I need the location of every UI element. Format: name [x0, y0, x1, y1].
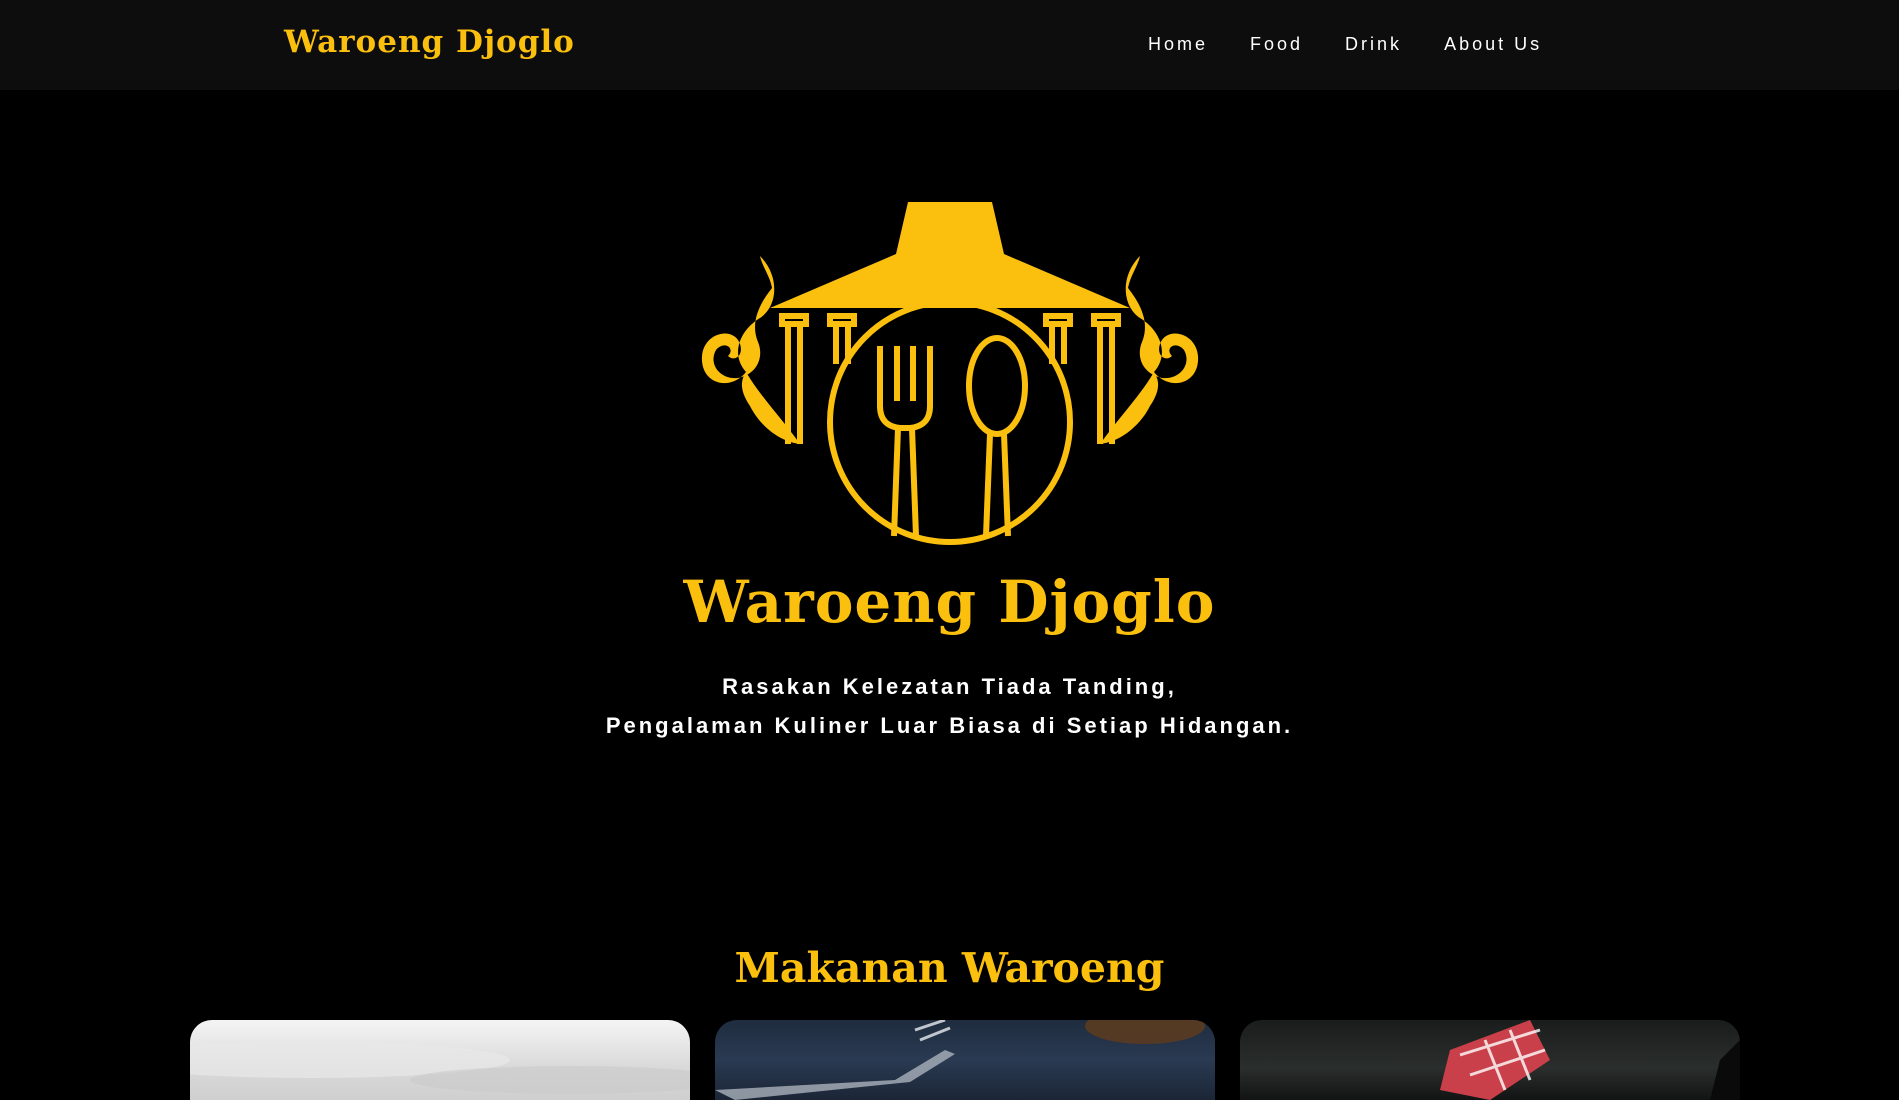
nav-drink[interactable]: Drink: [1345, 34, 1402, 55]
hero-title: Waroeng Djoglo: [683, 568, 1216, 636]
food-card-3[interactable]: [1240, 1020, 1740, 1100]
hero-tagline-line1: Rasakan Kelezatan Tiada Tanding,: [722, 674, 1177, 699]
joglo-logo-icon: [701, 202, 1199, 545]
food-card-2[interactable]: [715, 1020, 1215, 1100]
food-image-1: [190, 1042, 690, 1094]
brand-logo-text[interactable]: Waroeng Djoglo: [284, 24, 575, 60]
section-title: Makanan Waroeng: [734, 944, 1165, 992]
hero-tagline-line2: Pengalaman Kuliner Luar Biasa di Setiap …: [605, 713, 1294, 738]
nav-food[interactable]: Food: [1250, 34, 1303, 55]
navbar: Waroeng Djoglo Home Food Drink About Us: [0, 0, 1899, 90]
nav-about-us[interactable]: About Us: [1444, 34, 1542, 55]
food-image-2: [715, 1020, 1205, 1100]
nav-links: Home Food Drink About Us: [1148, 34, 1584, 55]
nav-home[interactable]: Home: [1148, 34, 1208, 55]
food-image-3: [1440, 1020, 1740, 1100]
food-card-1[interactable]: [190, 1020, 690, 1100]
